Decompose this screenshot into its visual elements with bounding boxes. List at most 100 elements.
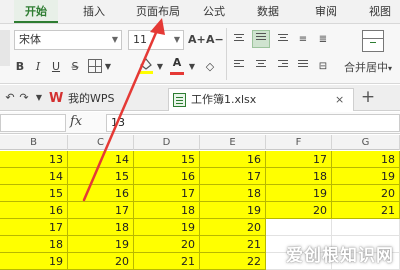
column-header[interactable]: E (200, 135, 266, 150)
tab-data[interactable]: 数据 (250, 0, 286, 23)
cell[interactable]: 17 (134, 185, 200, 202)
cell[interactable]: 13 (0, 151, 68, 168)
cell[interactable]: 18 (332, 151, 400, 168)
cell[interactable]: 20 (134, 236, 200, 253)
cell[interactable]: 17 (68, 202, 134, 219)
cell[interactable]: 16 (0, 202, 68, 219)
merge-center-label: 合并居中 (343, 61, 388, 74)
cell[interactable]: 17 (0, 219, 68, 236)
toolbar-divider (226, 28, 227, 80)
chevron-down-icon[interactable]: ▼ (104, 58, 112, 76)
cell[interactable]: 15 (0, 185, 68, 202)
tab-insert[interactable]: 插入 (76, 0, 112, 23)
tab-view[interactable]: 视图 (362, 0, 398, 23)
cell[interactable]: 21 (134, 253, 200, 270)
document-tab-bar: ↶ ↷ ▼ W 我的WPS 工作簿1.xlsx × + (0, 85, 400, 111)
cell[interactable]: 14 (0, 168, 68, 185)
undo-icon[interactable]: ↶ (4, 89, 16, 107)
distribute-icon[interactable]: ⊟ (316, 58, 330, 76)
chevron-down-icon[interactable]: ▼ (34, 89, 44, 107)
merge-center-icon[interactable] (362, 30, 384, 52)
cell[interactable]: 16 (68, 185, 134, 202)
font-color-button[interactable]: A (170, 55, 184, 75)
bold-button[interactable]: B (14, 58, 26, 76)
chevron-down-icon[interactable]: ▼ (188, 58, 196, 76)
cell[interactable] (332, 219, 400, 236)
column-header[interactable]: D (134, 135, 200, 150)
cell[interactable]: 21 (200, 236, 266, 253)
cell[interactable] (266, 219, 332, 236)
cell[interactable]: 19 (200, 202, 266, 219)
cell[interactable]: 19 (332, 168, 400, 185)
borders-icon[interactable] (88, 59, 102, 73)
tab-workbook-label: 工作簿1.xlsx (191, 93, 257, 106)
tab-review[interactable]: 审阅 (308, 0, 344, 23)
merge-center-button[interactable]: 合并居中▾ (342, 59, 394, 77)
cell[interactable]: 21 (332, 202, 400, 219)
cell[interactable]: 19 (68, 236, 134, 253)
cell[interactable]: 17 (266, 151, 332, 168)
cell[interactable]: 20 (266, 202, 332, 219)
font-size-value: 11 (133, 33, 147, 46)
cell[interactable]: 18 (266, 168, 332, 185)
outdent-icon[interactable]: ≣ (316, 31, 330, 49)
cell[interactable]: 18 (200, 185, 266, 202)
tab-workbook[interactable]: 工作簿1.xlsx × (168, 88, 354, 111)
cell[interactable]: 15 (134, 151, 200, 168)
column-header[interactable]: B (0, 135, 68, 150)
wps-logo-icon: W (49, 91, 64, 106)
align-center-icon[interactable] (254, 58, 268, 76)
align-bottom-icon[interactable] (276, 32, 290, 50)
indent-icon[interactable]: ≡ (296, 31, 310, 49)
align-top-icon[interactable] (232, 32, 246, 50)
cell[interactable]: 19 (134, 219, 200, 236)
ribbon-toolbar: 宋体 ▼ 11 ▼ A+ A− ≡ ≣ B I U S̶ ▼ ▼ A ▼ ◇ ⊟… (0, 24, 400, 84)
cell[interactable]: 18 (0, 236, 68, 253)
strikethrough-icon[interactable]: S̶ (68, 58, 82, 76)
cell[interactable]: 17 (200, 168, 266, 185)
cell[interactable]: 16 (134, 168, 200, 185)
column-header[interactable]: C (68, 135, 134, 150)
cell[interactable]: 18 (134, 202, 200, 219)
cell[interactable]: 20 (332, 185, 400, 202)
redo-icon[interactable]: ↷ (18, 89, 30, 107)
grow-font-button[interactable]: A+ (188, 31, 206, 49)
formula-input[interactable]: 13 (106, 114, 400, 132)
chevron-down-icon[interactable]: ▼ (156, 58, 164, 76)
clear-format-icon[interactable]: ◇ (202, 58, 218, 76)
align-left-icon[interactable] (232, 58, 246, 76)
column-header[interactable]: F (266, 135, 332, 150)
new-tab-button[interactable]: + (360, 88, 376, 106)
italic-button[interactable]: I (32, 58, 44, 76)
name-box[interactable] (0, 114, 66, 132)
cell[interactable]: 20 (68, 253, 134, 270)
underline-button[interactable]: U (50, 58, 62, 76)
paste-strip-icon[interactable] (0, 30, 10, 66)
cell[interactable]: 18 (68, 219, 134, 236)
justify-icon[interactable] (296, 58, 310, 76)
column-header-bar: B C D E F G (0, 135, 400, 150)
cell[interactable]: 19 (0, 253, 68, 270)
chevron-down-icon: ▼ (173, 35, 180, 44)
cell[interactable]: 19 (266, 185, 332, 202)
table-row: 16 17 18 19 20 21 (0, 202, 400, 219)
cell[interactable]: 16 (200, 151, 266, 168)
cell[interactable]: 14 (68, 151, 134, 168)
fx-icon[interactable]: fx (70, 114, 82, 129)
tab-my-wps[interactable]: W 我的WPS (46, 88, 138, 111)
fill-color-icon[interactable] (138, 56, 154, 74)
font-name-select[interactable]: 宋体 ▼ (14, 30, 122, 50)
column-header[interactable]: G (332, 135, 400, 150)
font-size-select[interactable]: 11 ▼ (128, 30, 184, 50)
table-row: 13 14 15 16 17 18 (0, 151, 400, 168)
cell[interactable]: 15 (68, 168, 134, 185)
cell[interactable]: 22 (200, 253, 266, 270)
tab-page-layout[interactable]: 页面布局 (128, 0, 188, 23)
cell[interactable]: 20 (200, 219, 266, 236)
close-icon[interactable]: × (335, 89, 344, 111)
tab-home[interactable]: 开始 (14, 0, 58, 23)
align-right-icon[interactable] (276, 58, 290, 76)
shrink-font-button[interactable]: A− (206, 31, 224, 49)
tab-formulas[interactable]: 公式 (196, 0, 232, 23)
align-middle-icon[interactable] (252, 30, 270, 48)
